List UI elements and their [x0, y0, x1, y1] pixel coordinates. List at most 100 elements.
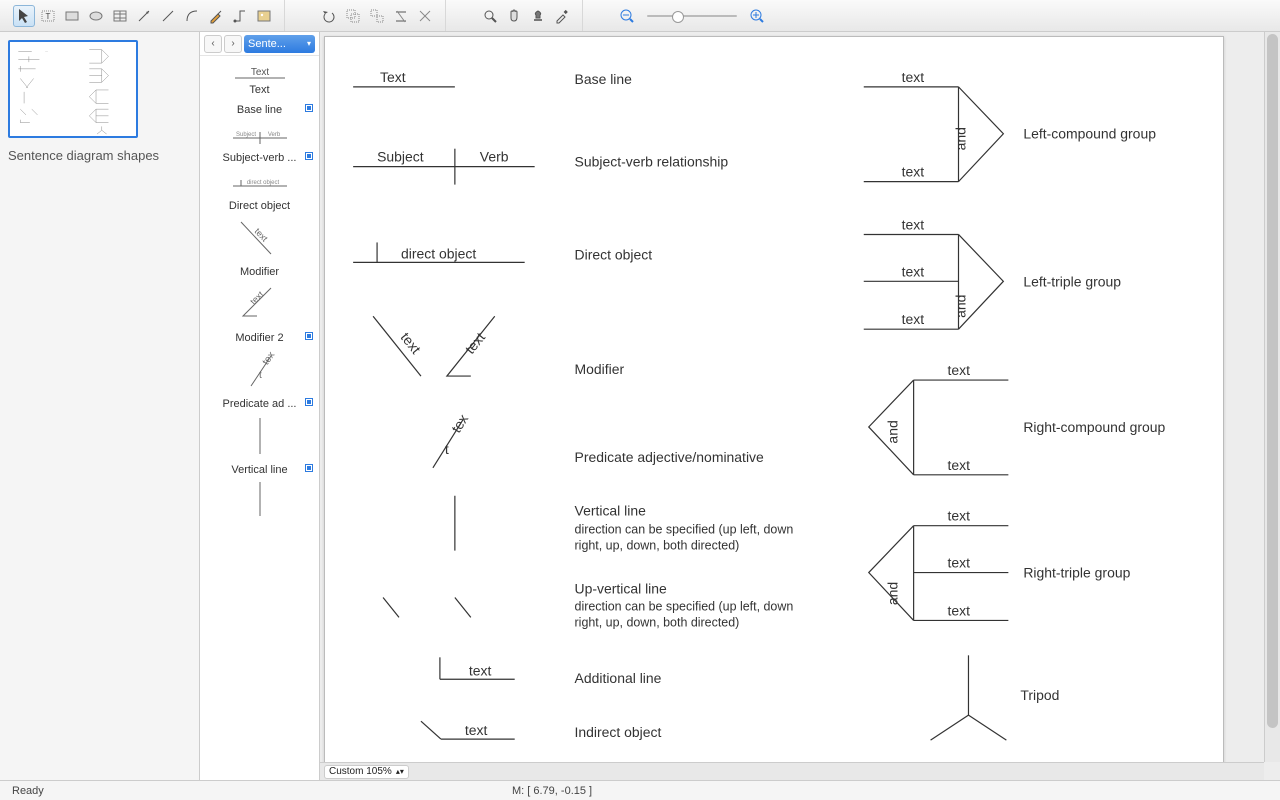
ungroup-button[interactable] [366, 5, 388, 27]
svg-text:and: and [885, 582, 901, 605]
library-item-label: Base line [202, 104, 317, 116]
zoom-level-selector[interactable]: Custom 105% ▴▾ [324, 765, 409, 779]
arrange-group [309, 0, 446, 31]
svg-text:text: text [948, 602, 971, 618]
svg-text:Subject: Subject [377, 149, 424, 165]
shape-icon: text [221, 214, 299, 260]
library-item-vertical-line[interactable]: Vertical line [200, 460, 319, 520]
stamp-tool[interactable] [527, 5, 549, 27]
svg-text:—: — [45, 50, 48, 54]
distribute-button[interactable] [414, 5, 436, 27]
line-icon [160, 8, 176, 24]
library-item-predicate-adj[interactable]: Predicate ad ... [200, 394, 319, 460]
image-insert-tool[interactable] [253, 5, 275, 27]
expand-marker-icon [305, 104, 313, 112]
library-item-subject-verb[interactable]: Subject-verb ... direct object [200, 148, 319, 196]
toolbar: T [0, 0, 1280, 32]
svg-text:Verb: Verb [480, 149, 509, 165]
arrow-tool[interactable] [133, 5, 155, 27]
zoom-in-icon [749, 8, 765, 24]
text-frame-tool[interactable]: T [37, 5, 59, 27]
canvas-area: .nl{fill:#444;font-size:14px}.ss{stroke:… [320, 32, 1280, 780]
ungroup-icon [369, 8, 385, 24]
svg-text:text: text [902, 164, 925, 180]
svg-text:Vertical line: Vertical line [575, 503, 647, 519]
svg-text:text: text [948, 362, 971, 378]
eyedropper-tool[interactable] [551, 5, 573, 27]
zoom-in-button[interactable] [746, 5, 768, 27]
canvas-scroll[interactable]: .nl{fill:#444;font-size:14px}.ss{stroke:… [320, 32, 1280, 780]
svg-text:t: t [445, 441, 449, 457]
shape-icon: direct object [221, 166, 299, 194]
status-ready: Ready [12, 785, 512, 797]
svg-text:direct object: direct object [246, 180, 279, 186]
library-selector[interactable]: Sente... ▾ [244, 35, 315, 53]
svg-text:tex: tex [448, 411, 471, 435]
library-scroll[interactable]: Text Text Base line Subject Verb Subject-… [200, 56, 319, 780]
svg-text:and: and [952, 127, 968, 150]
library-item-base-line[interactable]: Base line Subject Verb [200, 100, 319, 148]
svg-text:text: text [902, 311, 925, 327]
canvas-page[interactable]: .nl{fill:#444;font-size:14px}.ss{stroke:… [324, 36, 1224, 776]
zoom-fit-button[interactable] [479, 5, 501, 27]
table-tool[interactable] [109, 5, 131, 27]
hand-tool[interactable] [503, 5, 525, 27]
svg-text:and: and [952, 295, 968, 318]
eyedropper-icon [554, 8, 570, 24]
connector-icon [232, 8, 248, 24]
undo-icon [321, 8, 337, 24]
group-button[interactable] [342, 5, 364, 27]
library-panel: ‹ › Sente... ▾ Text Text Base line Subje… [200, 32, 320, 780]
library-item-modifier[interactable]: Modifier text [200, 262, 319, 328]
canvas-vertical-scrollbar[interactable] [1264, 32, 1280, 762]
pages-panel-title: Sentence diagram shapes [8, 148, 191, 163]
connector-tool[interactable] [229, 5, 251, 27]
svg-text:Verb: Verb [267, 132, 280, 138]
library-forward-button[interactable]: › [224, 35, 242, 53]
expand-marker-icon [305, 464, 313, 472]
rectangle-icon [64, 8, 80, 24]
page-thumbnail-1[interactable]: — [8, 40, 138, 138]
library-item-label: Predicate ad ... [202, 398, 317, 410]
canvas-horizontal-scrollbar[interactable]: Custom 105% ▴▾ [320, 762, 1264, 780]
zoom-out-button[interactable] [616, 5, 638, 27]
line-tool[interactable] [157, 5, 179, 27]
svg-text:Text: Text [250, 67, 269, 78]
hand-icon [506, 8, 522, 24]
shape-icon [221, 478, 299, 518]
svg-text:text: text [948, 508, 971, 524]
undo-button[interactable] [318, 5, 340, 27]
library-back-button[interactable]: ‹ [204, 35, 222, 53]
svg-text:Tripod: Tripod [1020, 687, 1059, 703]
pointer-tool[interactable] [13, 5, 35, 27]
library-item-text[interactable]: Text Text [200, 56, 319, 100]
pen-tool[interactable] [205, 5, 227, 27]
svg-text:and: and [885, 420, 901, 443]
shape-icon [221, 412, 299, 458]
svg-text:direction can be specified (up: direction can be specified (up left, dow… [575, 599, 794, 613]
curve-tool[interactable] [181, 5, 203, 27]
shape-icon: Text [221, 60, 299, 84]
status-mouse-coords: M: [ 6.79, -0.15 ] [512, 785, 1268, 797]
align-button[interactable] [390, 5, 412, 27]
library-item-label: Modifier [202, 266, 317, 278]
library-item-direct-object[interactable]: Direct object text [200, 196, 319, 262]
svg-text:text: text [948, 555, 971, 571]
zoom-slider[interactable] [647, 15, 737, 17]
svg-text:text: text [248, 289, 266, 307]
pen-icon [208, 8, 224, 24]
svg-text:Direct object: Direct object [575, 246, 653, 262]
stepper-icon: ▴▾ [396, 769, 404, 775]
ellipse-icon [88, 8, 104, 24]
pages-panel: — Sentence diagram shapes [0, 32, 200, 780]
library-item-label: Modifier 2 [202, 332, 317, 344]
svg-text:Left-triple group: Left-triple group [1023, 273, 1121, 289]
svg-text:Subject-verb relationship: Subject-verb relationship [575, 154, 729, 170]
svg-text:Subject: Subject [235, 132, 255, 138]
svg-text:t: t [259, 370, 262, 381]
library-item-modifier-2[interactable]: Modifier 2 text [200, 328, 319, 394]
pointer-icon [16, 8, 32, 24]
rectangle-tool[interactable] [61, 5, 83, 27]
ellipse-tool[interactable] [85, 5, 107, 27]
zoom-level-label: Custom 105% [329, 766, 392, 777]
